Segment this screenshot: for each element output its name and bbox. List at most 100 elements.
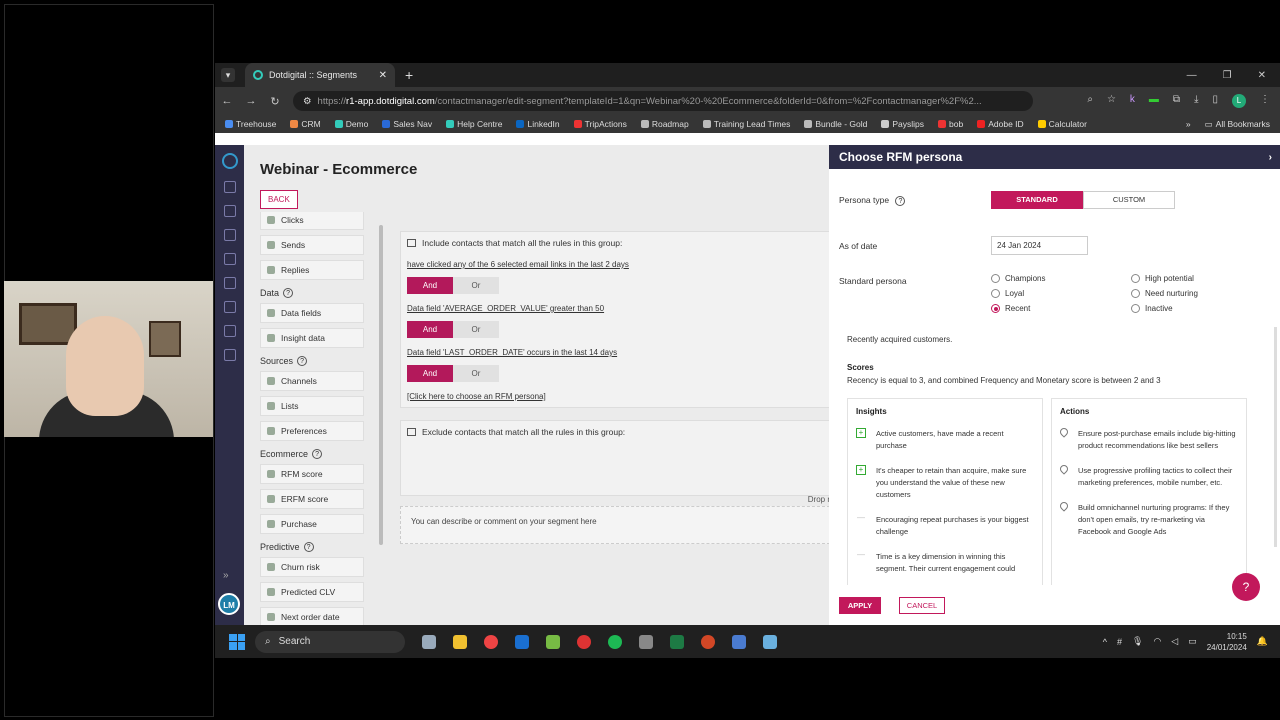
campaigns-icon[interactable]	[223, 229, 236, 241]
sidebar-item-predicted-clv[interactable]: Predicted CLV	[260, 582, 364, 602]
bookmark-item[interactable]: Roadmap	[640, 119, 689, 129]
bookmark-star-icon[interactable]: ☆	[1107, 94, 1116, 108]
drawer-scrollbar[interactable]	[1274, 327, 1277, 547]
bookmark-item[interactable]: Demo	[334, 119, 368, 129]
reports-icon[interactable]	[223, 325, 236, 337]
back-button[interactable]: BACK	[260, 190, 298, 209]
contacts-icon[interactable]	[223, 205, 236, 217]
messages-icon[interactable]	[223, 301, 236, 313]
bookmark-item[interactable]: Payslips	[881, 119, 924, 129]
sidebar-item-next-order-date[interactable]: Next order date	[260, 607, 364, 625]
bookmark-item[interactable]: Adobe ID	[977, 119, 1024, 129]
radio-high-potential[interactable]: High potential	[1131, 274, 1194, 283]
cancel-button[interactable]: CANCEL	[899, 597, 945, 614]
chrome-icon[interactable]	[484, 634, 498, 649]
bookmark-item[interactable]: CRM	[290, 119, 321, 129]
apps-icon[interactable]	[223, 349, 236, 361]
help-icon[interactable]: ?	[312, 449, 323, 459]
or-button[interactable]: Or	[453, 365, 499, 382]
radio-champions[interactable]: Champions	[991, 274, 1045, 283]
download-icon[interactable]: ⤓	[1194, 94, 1198, 108]
snowflake-app-icon[interactable]	[763, 634, 777, 649]
battery-icon[interactable]: ▭	[1188, 636, 1197, 647]
help-icon[interactable]: ?	[297, 356, 308, 366]
outlook-icon[interactable]	[515, 634, 529, 649]
zoom-icon[interactable]: ⌕	[1087, 94, 1093, 108]
sidebar-item-data-fields[interactable]: Data fields	[260, 303, 364, 323]
help-chat-icon[interactable]: ?	[1232, 573, 1260, 601]
bookmark-item[interactable]: Help Centre	[446, 119, 502, 129]
excel-icon[interactable]	[670, 634, 684, 649]
sidebar-item-channels[interactable]: Channels	[260, 371, 364, 391]
slack-tray-icon[interactable]: #	[1117, 637, 1122, 647]
minimize-icon[interactable]: —	[1187, 70, 1197, 81]
back-icon[interactable]: ←	[215, 95, 239, 107]
powerpoint-icon[interactable]	[701, 634, 715, 649]
extensions-puzzle-icon[interactable]: ⧉	[1173, 94, 1180, 108]
and-button[interactable]: And	[407, 365, 453, 382]
site-info-icon[interactable]: ⚙	[303, 96, 312, 107]
or-button[interactable]: Or	[453, 321, 499, 338]
sidebar-item-sends[interactable]: Sends	[260, 235, 364, 255]
bookmark-item[interactable]: LinkedIn	[516, 119, 560, 129]
radio-inactive[interactable]: Inactive	[1131, 304, 1173, 313]
vivaldi-icon[interactable]	[577, 634, 591, 649]
extension-k-icon[interactable]: k	[1130, 94, 1135, 108]
sidebar-item-erfm-score[interactable]: ERFM score	[260, 489, 364, 509]
sidebar-item-lists[interactable]: Lists	[260, 396, 364, 416]
rule-link[interactable]: Data field 'LAST_ORDER_DATE' occurs in t…	[407, 348, 823, 357]
radio-need-nurturing[interactable]: Need nurturing	[1131, 289, 1198, 298]
wifi-icon[interactable]: ◠	[1153, 636, 1161, 647]
spotify-icon[interactable]	[608, 634, 622, 649]
help-icon[interactable]: ?	[895, 196, 906, 206]
automation-icon[interactable]	[223, 277, 236, 289]
rule-link[interactable]: Data field 'AVERAGE_ORDER_VALUE' greater…	[407, 304, 823, 313]
close-tab-icon[interactable]: ✕	[379, 70, 387, 81]
tab-search-icon[interactable]: ▾	[221, 68, 235, 82]
taskbar-search[interactable]: ⌕ Search	[255, 630, 405, 653]
close-window-icon[interactable]: ✕	[1258, 70, 1266, 81]
slack-icon[interactable]	[546, 634, 560, 649]
new-tab-icon[interactable]: +	[405, 67, 413, 83]
as-of-date-input[interactable]: 24 Jan 2024	[991, 236, 1088, 255]
forward-icon[interactable]: →	[239, 95, 263, 107]
choose-rfm-persona-link[interactable]: [Click here to choose an RFM persona]	[407, 392, 823, 401]
bookmark-item[interactable]: Calculator	[1037, 119, 1087, 129]
bookmark-item[interactable]: Training Lead Times	[702, 119, 790, 129]
notification-bell-icon[interactable]: 🔔	[1257, 636, 1268, 647]
clock[interactable]: 10:15 24/01/2024	[1207, 631, 1247, 653]
apply-button[interactable]: APPLY	[839, 597, 881, 614]
windows-start-icon[interactable]	[229, 633, 245, 650]
sidebar-item-churn-risk[interactable]: Churn risk	[260, 557, 364, 577]
sidebar-item-preferences[interactable]: Preferences	[260, 421, 364, 441]
expand-nav-icon[interactable]: »	[223, 570, 229, 581]
dotdigital-logo-icon[interactable]	[221, 153, 238, 169]
sidebar-item-rfm-score[interactable]: RFM score	[260, 464, 364, 484]
snipping-tool-icon[interactable]	[639, 634, 653, 649]
menu-icon[interactable]: ⋮	[1260, 94, 1270, 108]
or-button[interactable]: Or	[453, 277, 499, 294]
bookmark-item[interactable]: bob	[938, 119, 963, 129]
microphone-icon[interactable]: 🎙	[1132, 636, 1143, 647]
radio-loyal[interactable]: Loyal	[991, 289, 1024, 298]
url-field[interactable]: ⚙ https://r1-app.dotdigital.com/contactm…	[293, 91, 1033, 111]
chevron-right-icon[interactable]: ›	[1269, 152, 1272, 163]
calculator-icon[interactable]	[732, 634, 746, 649]
extension-icon[interactable]: ▬	[1149, 94, 1159, 108]
bookmark-item[interactable]: Sales Nav	[382, 119, 432, 129]
rule-link[interactable]: have clicked any of the 6 selected email…	[407, 260, 823, 269]
sidepanel-icon[interactable]: ▯	[1212, 94, 1218, 108]
content-icon[interactable]	[223, 253, 236, 265]
help-icon[interactable]: ?	[303, 542, 314, 552]
reload-icon[interactable]: ↻	[263, 95, 287, 108]
radio-recent[interactable]: Recent	[991, 304, 1030, 313]
standard-button[interactable]: STANDARD	[991, 191, 1083, 209]
help-icon[interactable]: ?	[283, 288, 294, 298]
segment-comment-field[interactable]: You can describe or comment on your segm…	[400, 506, 830, 544]
and-button[interactable]: And	[407, 277, 453, 294]
bookmark-item[interactable]: Bundle - Gold	[804, 119, 867, 129]
bookmark-item[interactable]: TripActions	[573, 119, 627, 129]
and-button[interactable]: And	[407, 321, 453, 338]
sidebar-scrollbar[interactable]	[379, 225, 383, 545]
sidebar-item-clicks[interactable]: Clicks	[260, 212, 364, 230]
